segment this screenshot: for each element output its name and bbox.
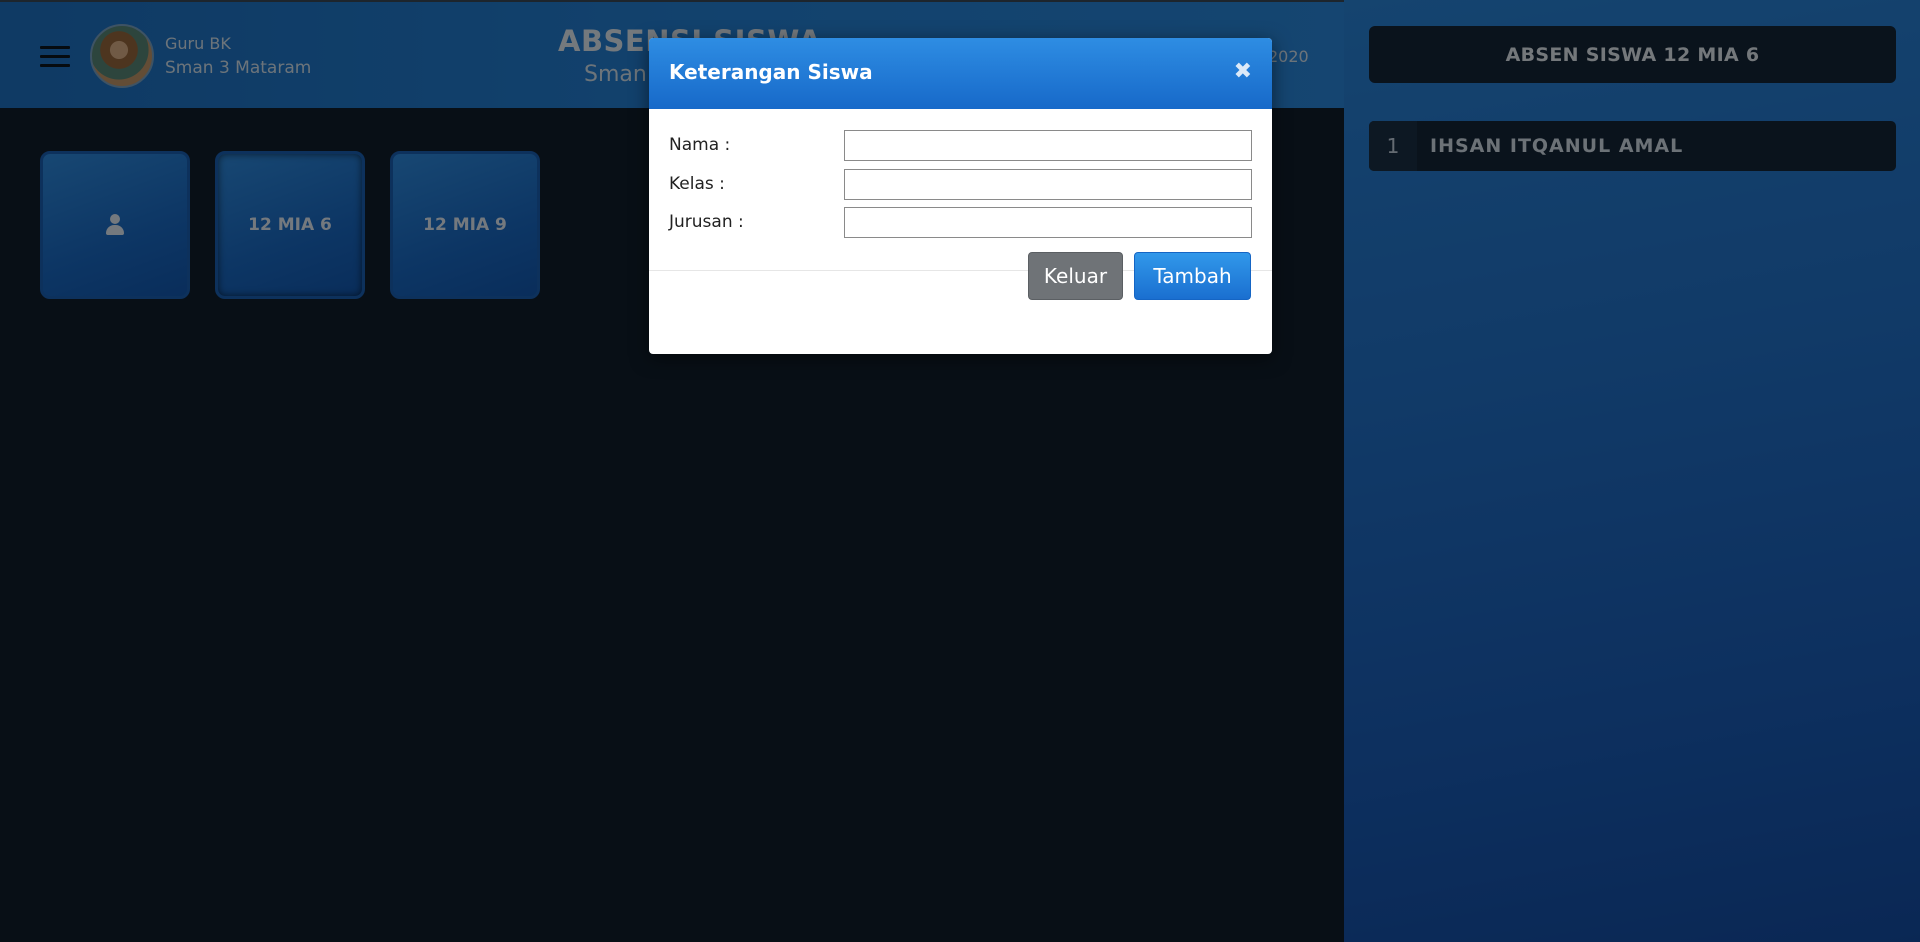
dialog-body: Nama : Kelas : Jurusan :: [649, 109, 1272, 271]
add-button[interactable]: Tambah: [1134, 252, 1251, 300]
dialog-title: Keterangan Siswa: [669, 60, 873, 84]
cancel-button[interactable]: Keluar: [1028, 252, 1123, 300]
name-field[interactable]: [844, 130, 1252, 161]
dialog-header: Keterangan Siswa ✖: [649, 38, 1272, 109]
major-label: Jurusan :: [669, 212, 744, 232]
class-label: Kelas :: [669, 174, 725, 194]
class-field[interactable]: [844, 169, 1252, 200]
major-field[interactable]: [844, 207, 1252, 238]
close-icon[interactable]: ✖: [1234, 59, 1252, 84]
student-info-dialog: Keterangan Siswa ✖ Nama : Kelas : Jurusa…: [649, 38, 1272, 354]
name-label: Nama :: [669, 135, 731, 155]
